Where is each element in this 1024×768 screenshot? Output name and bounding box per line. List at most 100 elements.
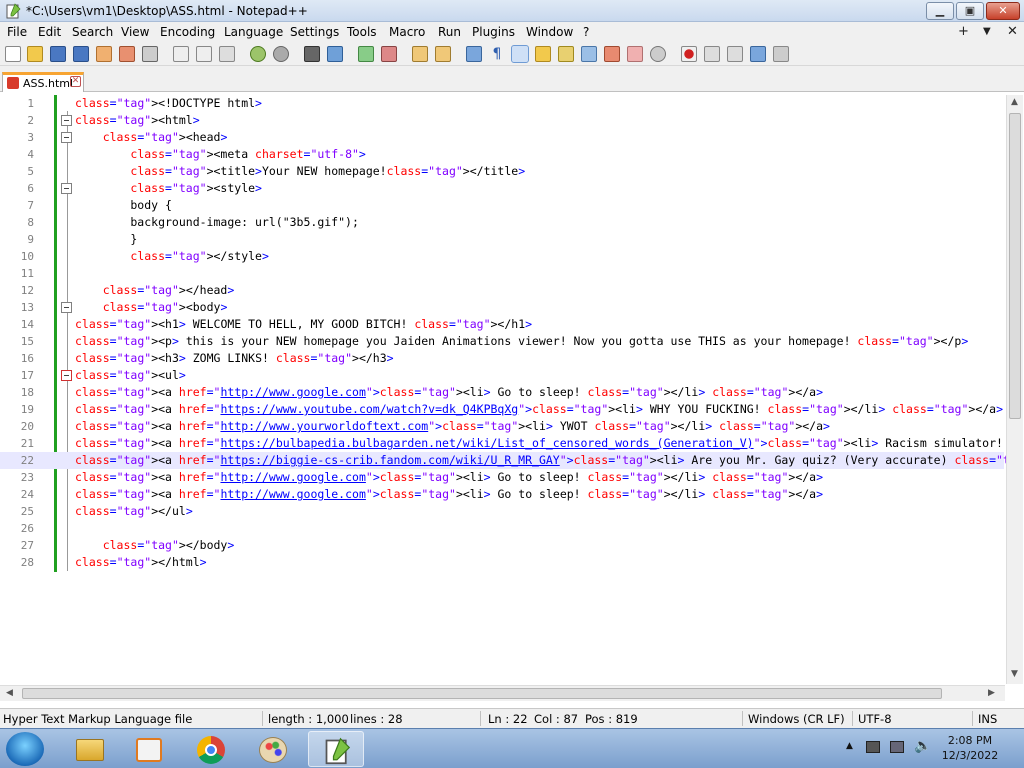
start-button-icon[interactable] bbox=[6, 732, 44, 766]
code-line[interactable]: 13 class="tag"><body> bbox=[0, 299, 1004, 316]
code-line[interactable]: 6 class="tag"><style> bbox=[0, 180, 1004, 197]
document-map-icon[interactable] bbox=[558, 46, 574, 62]
code-line[interactable]: 24 class="tag"><a href="http://www.google… bbox=[0, 486, 1004, 503]
tab-ass-html[interactable]: ASS.html ✕ bbox=[2, 72, 84, 92]
menu-encoding[interactable]: Encoding bbox=[160, 25, 215, 39]
play-macro-icon[interactable] bbox=[727, 46, 743, 62]
folder-workspace-icon[interactable] bbox=[604, 46, 620, 62]
media-player-taskbar-button[interactable] bbox=[122, 731, 178, 767]
maximize-button[interactable]: ▣ bbox=[956, 2, 984, 20]
menu-view[interactable]: View bbox=[121, 25, 149, 39]
code-line[interactable]: 18 class="tag"><a href="http://www.google… bbox=[0, 384, 1004, 401]
horizontal-scroll-thumb[interactable] bbox=[22, 688, 942, 699]
code-line[interactable]: 9 } bbox=[0, 231, 1004, 248]
volume-icon[interactable]: 🔈 bbox=[914, 738, 931, 754]
find-icon[interactable] bbox=[304, 46, 320, 62]
menu-help[interactable]: ? bbox=[583, 25, 589, 39]
minimize-button[interactable]: ▁ bbox=[926, 2, 954, 20]
save-icon[interactable] bbox=[50, 46, 66, 62]
system-clock[interactable]: 2:08 PM 12/3/2022 bbox=[937, 733, 1003, 763]
sync-vertical-icon[interactable] bbox=[412, 46, 428, 62]
code-line[interactable]: 26 bbox=[0, 520, 1004, 537]
function-list-icon[interactable] bbox=[581, 46, 597, 62]
menu-run[interactable]: Run bbox=[438, 25, 461, 39]
tab-list-dropdown[interactable]: ▼ bbox=[983, 26, 991, 37]
code-line[interactable]: 3 class="tag"><head> bbox=[0, 129, 1004, 146]
close-file-icon[interactable] bbox=[96, 46, 112, 62]
code-line[interactable]: 17 class="tag"><ul> bbox=[0, 367, 1004, 384]
replace-icon[interactable] bbox=[327, 46, 343, 62]
vertical-scroll-thumb[interactable] bbox=[1009, 113, 1021, 419]
code-line[interactable]: 25 class="tag"></ul> bbox=[0, 503, 1004, 520]
fold-toggle-icon[interactable] bbox=[61, 115, 72, 126]
scroll-down-arrow-icon[interactable]: ▼ bbox=[1011, 669, 1018, 679]
code-line[interactable]: 22 class="tag"><a href="https://biggie-cs… bbox=[0, 452, 1024, 469]
view-icon[interactable] bbox=[650, 46, 666, 62]
paste-icon[interactable] bbox=[219, 46, 235, 62]
close-document-button[interactable]: ✕ bbox=[1007, 24, 1018, 39]
cut-icon[interactable] bbox=[173, 46, 189, 62]
explorer-taskbar-button[interactable] bbox=[62, 731, 118, 767]
fold-toggle-icon[interactable] bbox=[61, 302, 72, 313]
close-button[interactable]: ✕ bbox=[986, 2, 1020, 20]
monitoring-icon[interactable] bbox=[627, 46, 643, 62]
code-line[interactable]: 23 class="tag"><a href="http://www.google… bbox=[0, 469, 1004, 486]
action-center-icon[interactable] bbox=[866, 741, 880, 753]
word-wrap-icon[interactable] bbox=[466, 46, 482, 62]
code-line[interactable]: 16 class="tag"><h3> ZOMG LINKS! class="ta… bbox=[0, 350, 1004, 367]
code-line[interactable]: 7 body { bbox=[0, 197, 1004, 214]
code-line[interactable]: 2 class="tag"><html> bbox=[0, 112, 1004, 129]
record-macro-icon[interactable] bbox=[681, 46, 697, 62]
horizontal-scrollbar[interactable]: ◀ ▶ bbox=[0, 685, 1005, 701]
code-line[interactable]: 11 bbox=[0, 265, 1004, 282]
menu-edit[interactable]: Edit bbox=[38, 25, 61, 39]
show-hidden-icons-arrow[interactable]: ▲ bbox=[846, 741, 853, 751]
fold-toggle-icon[interactable] bbox=[61, 183, 72, 194]
code-editor[interactable]: 1 class="tag"><!DOCTYPE html> 2 class="tag"… bbox=[0, 93, 1024, 685]
save-macro-icon[interactable] bbox=[773, 46, 789, 62]
scroll-right-arrow-icon[interactable]: ▶ bbox=[988, 688, 995, 698]
user-language-icon[interactable] bbox=[535, 46, 551, 62]
menu-language[interactable]: Language bbox=[224, 25, 283, 39]
code-line[interactable]: 10 class="tag"></style> bbox=[0, 248, 1004, 265]
copy-icon[interactable] bbox=[196, 46, 212, 62]
undo-icon[interactable] bbox=[250, 46, 266, 62]
menu-tools[interactable]: Tools bbox=[347, 25, 377, 39]
close-all-icon[interactable] bbox=[119, 46, 135, 62]
code-line[interactable]: 14 class="tag"><h1> WELCOME TO HELL, MY G… bbox=[0, 316, 1004, 333]
code-line[interactable]: 1 class="tag"><!DOCTYPE html> bbox=[0, 95, 1004, 112]
code-line[interactable]: 4 class="tag"><meta charset="utf-8"> bbox=[0, 146, 1004, 163]
code-line[interactable]: 15 class="tag"><p> this is your NEW homep… bbox=[0, 333, 1004, 350]
zoom-in-icon[interactable] bbox=[358, 46, 374, 62]
code-line[interactable]: 27 class="tag"></body> bbox=[0, 537, 1004, 554]
menu-search[interactable]: Search bbox=[72, 25, 113, 39]
code-line[interactable]: 5 class="tag"><title>Your NEW homepage!c… bbox=[0, 163, 1004, 180]
code-line[interactable]: 20 class="tag"><a href="http://www.yourwo… bbox=[0, 418, 1004, 435]
new-tab-button[interactable]: + bbox=[958, 24, 969, 39]
vertical-scrollbar[interactable]: ▲ ▼ bbox=[1006, 95, 1023, 684]
menu-file[interactable]: File bbox=[7, 25, 27, 39]
menu-macro[interactable]: Macro bbox=[389, 25, 425, 39]
indent-guide-icon[interactable] bbox=[511, 45, 529, 63]
sync-horizontal-icon[interactable] bbox=[435, 46, 451, 62]
stop-macro-icon[interactable] bbox=[704, 46, 720, 62]
open-file-icon[interactable] bbox=[27, 46, 43, 62]
tab-close-icon[interactable]: ✕ bbox=[70, 76, 81, 87]
paint-taskbar-button[interactable] bbox=[246, 731, 302, 767]
scroll-up-arrow-icon[interactable]: ▲ bbox=[1011, 97, 1018, 107]
print-icon[interactable] bbox=[142, 46, 158, 62]
run-macro-multiple-icon[interactable] bbox=[750, 46, 766, 62]
save-all-icon[interactable] bbox=[73, 46, 89, 62]
menu-settings[interactable]: Settings bbox=[290, 25, 339, 39]
notepadpp-taskbar-button[interactable] bbox=[308, 731, 364, 767]
chrome-taskbar-button[interactable] bbox=[184, 731, 240, 767]
menu-window[interactable]: Window bbox=[526, 25, 573, 39]
fold-toggle-icon[interactable] bbox=[61, 132, 72, 143]
code-line[interactable]: 12 class="tag"></head> bbox=[0, 282, 1004, 299]
zoom-out-icon[interactable] bbox=[381, 46, 397, 62]
code-line[interactable]: 8 background-image: url("3b5.gif"); bbox=[0, 214, 1004, 231]
network-icon[interactable] bbox=[890, 741, 904, 753]
menu-plugins[interactable]: Plugins bbox=[472, 25, 515, 39]
code-line[interactable]: 19 class="tag"><a href="https://www.youtu… bbox=[0, 401, 1004, 418]
fold-toggle-icon[interactable] bbox=[61, 370, 72, 381]
